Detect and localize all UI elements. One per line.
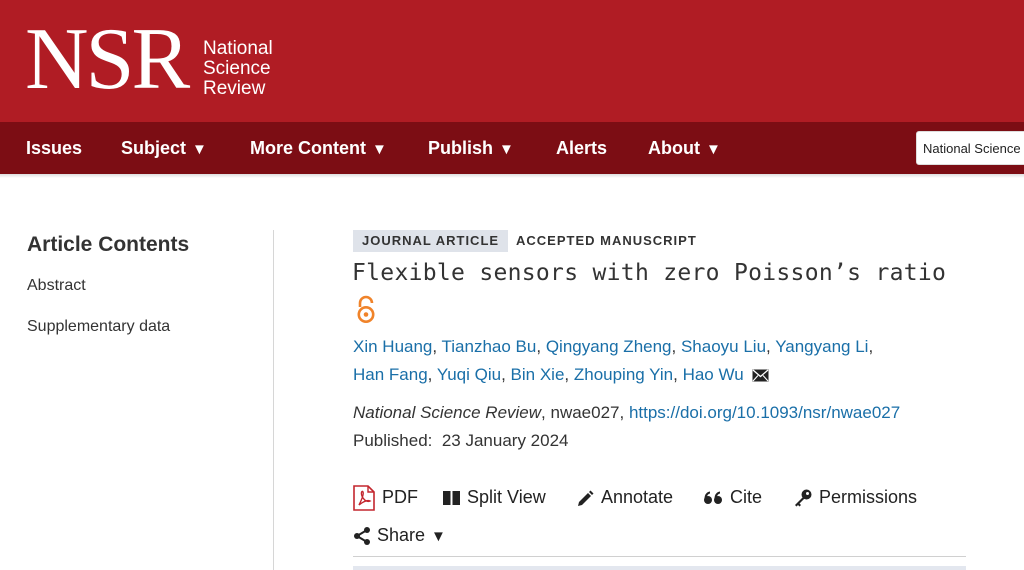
main-nav: Issues Subject ▼ More Content ▼ Publish ▼ A… — [0, 122, 1024, 174]
nav-label: Publish — [428, 138, 494, 158]
article-type-badge: JOURNAL ARTICLE — [353, 230, 509, 252]
author-link[interactable]: Hao Wu — [683, 365, 744, 384]
nav-subject[interactable]: Subject ▼ — [121, 122, 207, 174]
nav-shadow — [0, 174, 1024, 178]
author-link[interactable]: Shaoyu Liu — [681, 337, 766, 356]
pdf-button[interactable]: PDF — [353, 484, 418, 512]
author-link[interactable]: Tianzhao Bu — [442, 337, 537, 356]
nav-issues[interactable]: Issues — [26, 122, 82, 174]
caret-down-icon: ▼ — [431, 528, 446, 545]
split-view-icon — [443, 491, 460, 506]
journal-name[interactable]: National Science Review — [353, 403, 541, 422]
caret-down-icon: ▼ — [192, 141, 207, 158]
logo-word: Science — [203, 58, 271, 79]
caret-down-icon: ▼ — [499, 141, 514, 158]
logo-wordmark[interactable]: National Science Review — [203, 39, 273, 99]
author-link[interactable]: Yangyang Li — [775, 337, 868, 356]
content-strip — [353, 566, 966, 570]
citation-line: National Science Review, nwae027, https:… — [353, 403, 900, 423]
published-label: Published: — [353, 431, 433, 450]
annotate-button[interactable]: Annotate — [577, 484, 673, 510]
nav-label: More Content — [250, 138, 366, 158]
article-title: Flexible sensors with zero Poisson’s rat… — [352, 260, 947, 286]
published-value: 23 January 2024 — [441, 431, 569, 450]
sidebar-item-supplementary-data[interactable]: Supplementary data — [27, 318, 170, 336]
logo-word: National — [203, 38, 273, 59]
share-button[interactable]: Share ▼ — [353, 522, 446, 548]
doi-link[interactable]: https://doi.org/10.1093/nsr/nwae027 — [629, 403, 900, 422]
caret-down-icon: ▼ — [372, 141, 387, 158]
article-id: , nwae027, — [541, 403, 629, 422]
key-icon — [795, 489, 812, 507]
nav-alerts[interactable]: Alerts — [556, 122, 607, 174]
pdf-icon — [353, 485, 375, 512]
author-line: Han Fang, Yuqi Qiu, Bin Xie, Zhouping Yi… — [353, 361, 973, 389]
open-access-icon — [357, 295, 375, 323]
author-list: Xin Huang, Tianzhao Bu, Qingyang Zheng, … — [353, 333, 973, 389]
author-link[interactable]: Zhouping Yin — [574, 365, 673, 384]
site-header: NSR National Science Review — [0, 0, 1024, 122]
article-contents-heading: Article Contents — [27, 233, 190, 256]
nav-label: Alerts — [556, 138, 608, 158]
nav-label: About — [648, 138, 700, 158]
nav-about[interactable]: About ▼ — [648, 122, 721, 174]
site-logo[interactable]: NSR — [25, 16, 190, 104]
share-icon — [354, 527, 370, 546]
cite-button[interactable]: Cite — [704, 484, 762, 510]
pdf-label: PDF — [382, 487, 418, 507]
split-view-label: Split View — [467, 487, 546, 507]
published-date: Published: 23 January 2024 — [353, 431, 569, 451]
author-link[interactable]: Bin Xie — [511, 365, 565, 384]
search-scope-select[interactable]: National Science Review — [916, 131, 1024, 165]
quote-icon — [704, 491, 722, 505]
nav-label: Issues — [26, 138, 83, 158]
author-link[interactable]: Qingyang Zheng — [546, 337, 672, 356]
caret-down-icon: ▼ — [705, 141, 721, 158]
nav-label: Subject — [121, 138, 187, 158]
share-label: Share — [377, 525, 426, 545]
manuscript-status: ACCEPTED MANUSCRIPT — [516, 233, 697, 248]
toolbar-divider — [353, 556, 966, 557]
logo-word: Review — [203, 78, 266, 99]
cite-label: Cite — [730, 487, 763, 507]
author-link[interactable]: Xin Huang — [353, 337, 432, 356]
author-link[interactable]: Yuqi Qiu — [437, 365, 501, 384]
author-link[interactable]: Han Fang — [353, 365, 428, 384]
annotate-label: Annotate — [601, 487, 674, 507]
sidebar-divider — [273, 230, 274, 570]
nav-publish[interactable]: Publish ▼ — [428, 122, 514, 174]
sidebar-item-abstract[interactable]: Abstract — [27, 277, 86, 295]
pencil-icon — [578, 490, 594, 506]
nav-more-content[interactable]: More Content ▼ — [250, 122, 387, 174]
permissions-button[interactable]: Permissions — [794, 484, 917, 510]
mail-icon[interactable] — [752, 369, 769, 382]
split-view-button[interactable]: Split View — [443, 484, 546, 510]
permissions-label: Permissions — [819, 487, 918, 507]
author-line: Xin Huang, Tianzhao Bu, Qingyang Zheng, … — [353, 337, 874, 356]
